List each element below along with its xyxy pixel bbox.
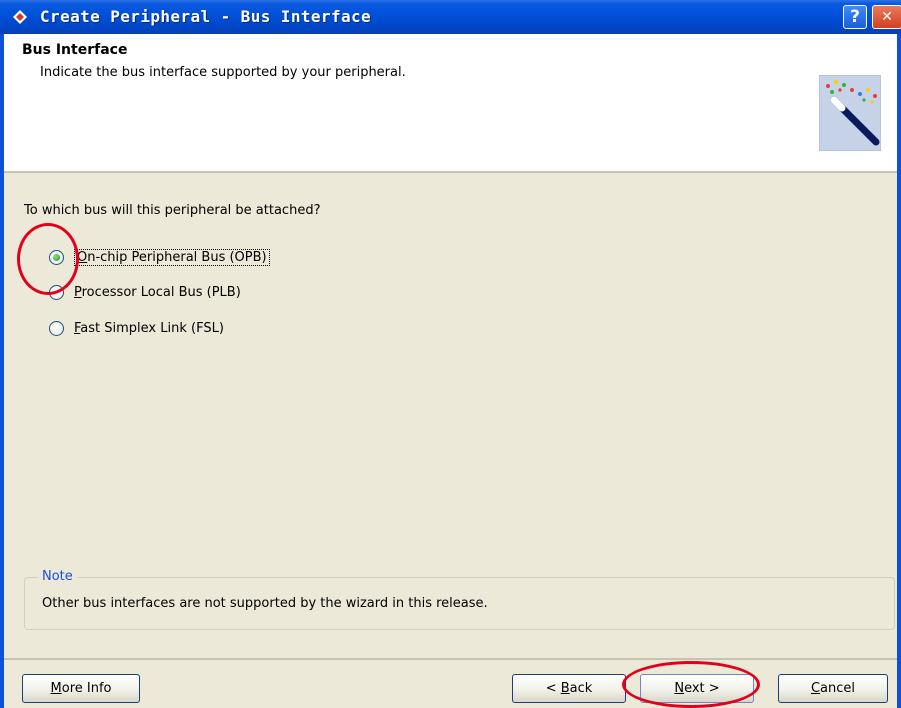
header-title: Bus Interface xyxy=(22,42,128,58)
radio-button-plb[interactable] xyxy=(49,285,64,300)
help-icon: ? xyxy=(850,7,860,27)
wizard-header xyxy=(4,34,897,171)
magic-wand-icon xyxy=(819,75,881,151)
radio-label-opb[interactable]: On-chip Peripheral Bus (OPB) xyxy=(74,249,270,266)
radio-option-fsl[interactable]: Fast Simplex Link (FSL) xyxy=(49,321,224,336)
close-button[interactable]: ✕ xyxy=(872,5,901,29)
app-icon xyxy=(12,9,28,25)
help-button[interactable]: ? xyxy=(843,5,867,29)
cancel-button[interactable]: Cancel xyxy=(778,674,888,703)
window-border-right xyxy=(897,34,901,708)
note-text: Other bus interfaces are not supported b… xyxy=(42,596,488,611)
radio-button-opb[interactable] xyxy=(49,250,64,265)
radio-label-fsl[interactable]: Fast Simplex Link (FSL) xyxy=(74,321,224,336)
header-description: Indicate the bus interface supported by … xyxy=(40,65,406,80)
radio-label-plb[interactable]: Processor Local Bus (PLB) xyxy=(74,285,241,300)
radio-button-fsl[interactable] xyxy=(49,321,64,336)
note-legend: Note xyxy=(38,569,77,584)
back-button[interactable]: < Back xyxy=(512,674,626,703)
window-title: Create Peripheral - Bus Interface xyxy=(40,7,372,26)
more-info-button[interactable]: More Info xyxy=(22,674,140,703)
title-bar: Create Peripheral - Bus Interface ? ✕ xyxy=(0,0,901,34)
radio-option-plb[interactable]: Processor Local Bus (PLB) xyxy=(49,285,241,300)
next-button[interactable]: Next > xyxy=(640,674,754,703)
bus-question: To which bus will this peripheral be att… xyxy=(24,203,321,218)
radio-option-opb[interactable]: On-chip Peripheral Bus (OPB) xyxy=(49,249,270,266)
close-icon: ✕ xyxy=(881,9,893,25)
